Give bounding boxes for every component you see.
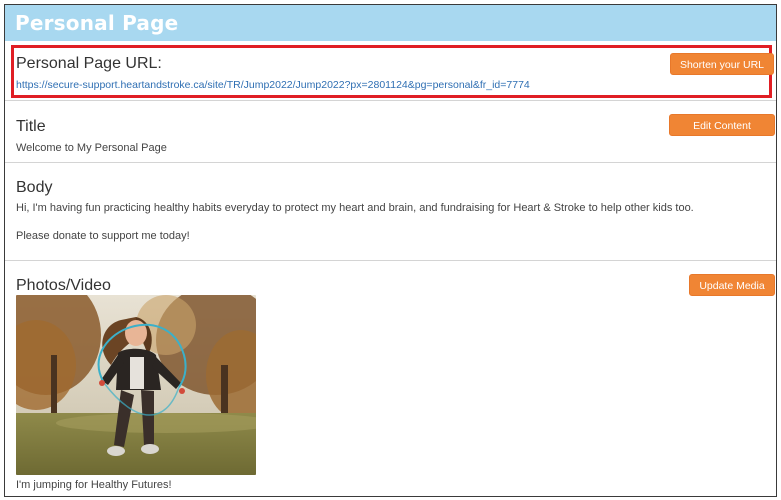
body-paragraph: Hi, I'm having fun practicing healthy ha…	[16, 202, 694, 214]
url-section: Personal Page URL: https://secure-suppor…	[5, 45, 776, 101]
media-section: Photos/Video Update Media I'm jumping fo…	[5, 261, 776, 496]
title-text: Welcome to My Personal Page	[16, 142, 167, 154]
body-heading: Body	[16, 179, 53, 196]
page-title: Personal Page	[15, 11, 179, 35]
personal-page-panel: Personal Page Personal Page URL: https:/…	[4, 4, 777, 497]
body-section: Body Hi, I'm having fun practicing healt…	[5, 163, 776, 261]
personal-page-url-link[interactable]: https://secure-support.heartandstroke.ca…	[16, 78, 530, 92]
shorten-url-button[interactable]: Shorten your URL	[670, 53, 774, 75]
url-heading: Personal Page URL:	[16, 55, 162, 72]
body-paragraph-donate: Please donate to support me today!	[16, 230, 190, 242]
title-section: Title Welcome to My Personal Page Edit C…	[5, 101, 776, 163]
child-jumping-photo	[16, 295, 256, 475]
title-heading: Title	[16, 118, 46, 135]
media-heading: Photos/Video	[16, 277, 111, 294]
update-media-button[interactable]: Update Media	[689, 274, 775, 296]
page-header: Personal Page	[5, 5, 776, 41]
photo-caption: I'm jumping for Healthy Futures!	[16, 479, 172, 491]
edit-content-button[interactable]: Edit Content	[669, 114, 775, 136]
